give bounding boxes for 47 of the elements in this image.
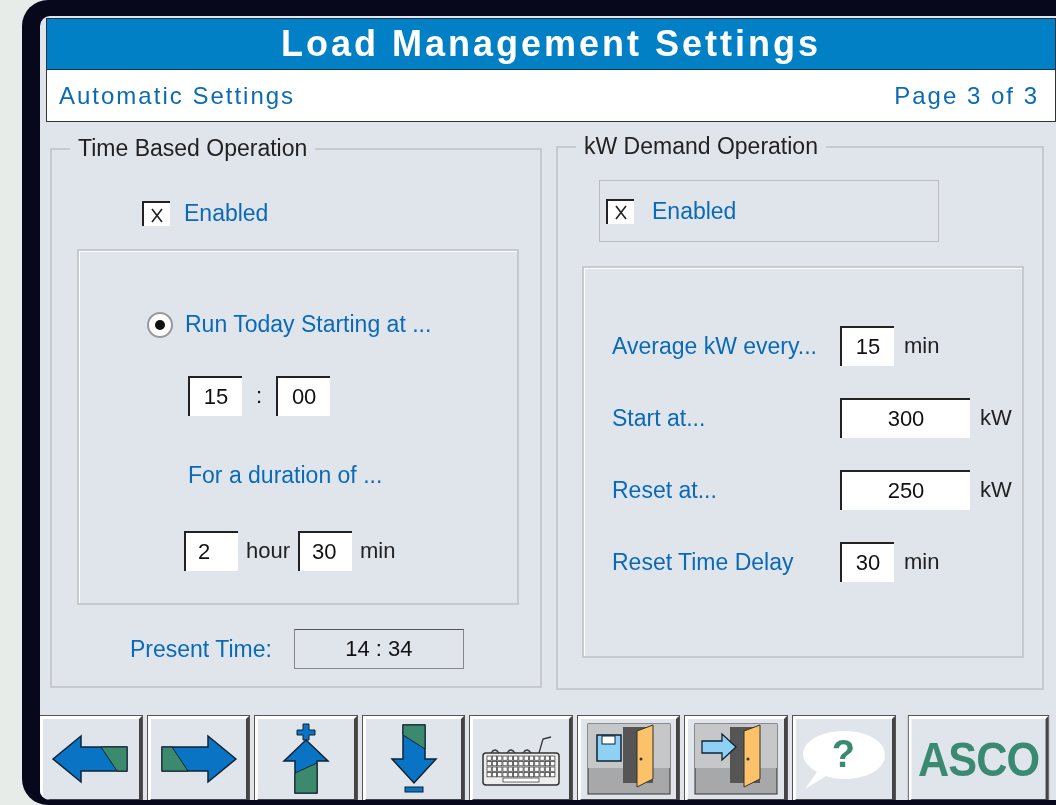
present-time-display: 14 : 34 xyxy=(293,629,464,669)
unit-label: hour xyxy=(246,538,291,564)
page-indicator: Page 3 of 3 xyxy=(894,81,1039,110)
down-arrow-icon xyxy=(389,723,438,795)
value-field[interactable]: 250 xyxy=(840,470,970,510)
unit-label: min xyxy=(360,538,396,564)
subtitle: Automatic Settings xyxy=(59,81,296,110)
unit-label: kW xyxy=(980,477,1012,503)
hours-field[interactable]: 2 xyxy=(184,531,238,571)
value-field[interactable]: 300 xyxy=(840,398,970,438)
setting-label: Reset Time Delay xyxy=(612,548,795,576)
radio-button[interactable] xyxy=(147,311,173,338)
checkbox[interactable] xyxy=(606,198,634,224)
screen-title: Load Management Settings xyxy=(280,23,822,65)
radio-label: Run Today Starting at ... xyxy=(185,311,432,338)
forward-button[interactable] xyxy=(147,716,250,800)
setting-label: Start at... xyxy=(612,404,707,432)
checkbox-label: Enabled xyxy=(184,200,269,227)
minutes-field[interactable]: 30 xyxy=(298,531,353,571)
save-exit-button[interactable] xyxy=(577,716,680,800)
exit-door-icon xyxy=(694,723,779,795)
back-button[interactable] xyxy=(40,716,142,800)
unit-label: min xyxy=(904,549,940,575)
keyboard-button[interactable] xyxy=(470,716,572,800)
present-time-label: Present Time: xyxy=(130,635,272,663)
hour-field[interactable]: 15 xyxy=(188,376,242,416)
unit-label: kW xyxy=(980,405,1012,431)
exit-button[interactable] xyxy=(685,716,788,800)
value-field[interactable]: 15 xyxy=(840,326,894,366)
group-legend: kW Demand Operation xyxy=(576,133,826,160)
checkbox[interactable] xyxy=(142,201,170,226)
minute-field[interactable]: 00 xyxy=(276,376,331,416)
unit-label: min xyxy=(904,333,940,359)
group-legend: Time Based Operation xyxy=(70,135,316,162)
duration-label: For a duration of ... xyxy=(188,462,384,489)
help-button[interactable]: ? xyxy=(793,716,895,800)
checkbox-label: Enabled xyxy=(652,197,737,225)
setting-label: Average kW every... xyxy=(612,332,818,360)
save-exit-icon xyxy=(586,723,671,795)
left-arrow-icon xyxy=(50,733,131,785)
time-separator: : xyxy=(256,383,263,409)
up-button[interactable] xyxy=(255,716,357,800)
setting-label: Reset at... xyxy=(612,476,718,504)
right-arrow-icon xyxy=(158,733,239,785)
value-field[interactable]: 30 xyxy=(840,542,894,582)
down-button[interactable] xyxy=(362,716,465,800)
up-arrow-icon xyxy=(281,723,330,795)
